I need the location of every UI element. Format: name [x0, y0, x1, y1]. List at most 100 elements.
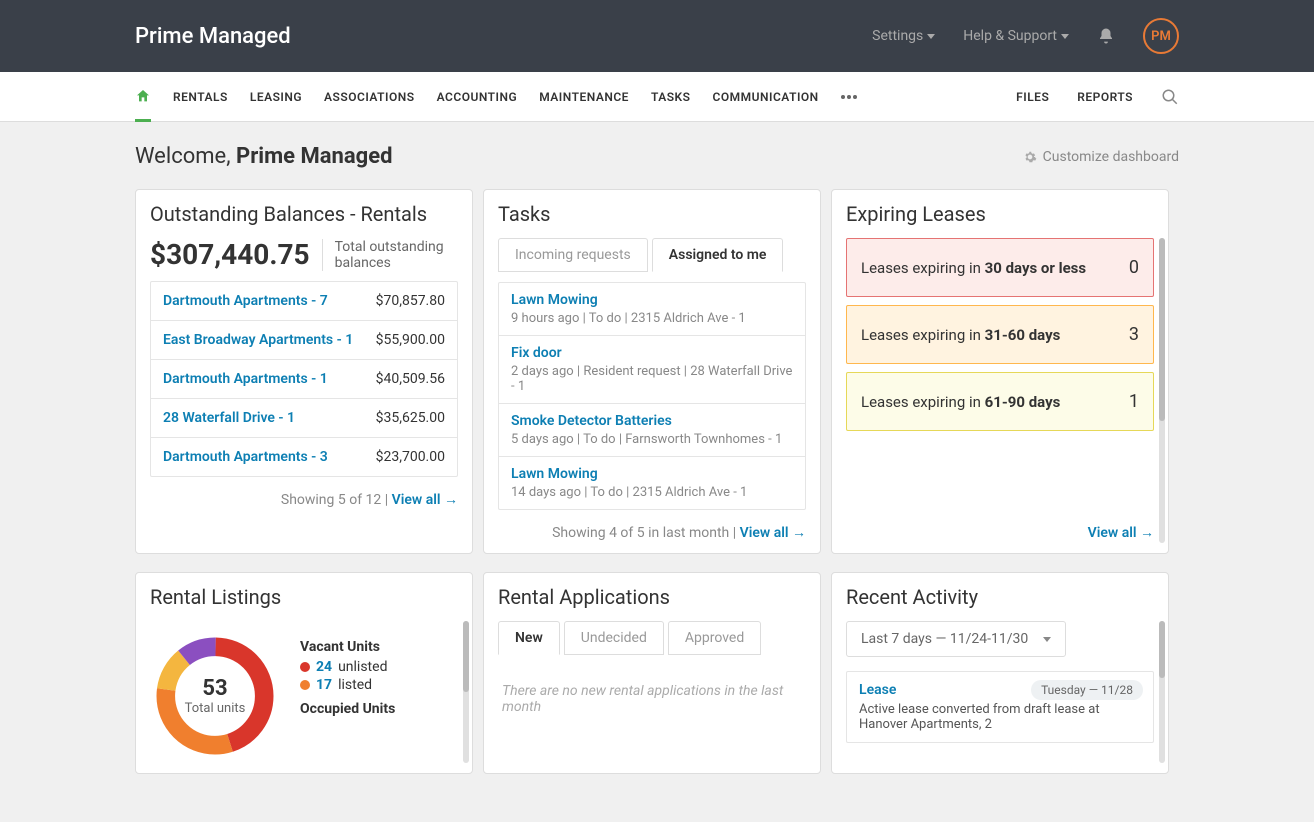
- legend-occupied-h: Occupied Units: [300, 701, 395, 717]
- nav-accounting[interactable]: ACCOUNTING: [437, 90, 518, 104]
- lease-list: Leases expiring in 30 days or less 0 Leas…: [846, 238, 1154, 431]
- balance-row[interactable]: 28 Waterfall Drive - 1$35,625.00: [151, 399, 457, 438]
- nav-files[interactable]: FILES: [1016, 90, 1049, 104]
- apps-title: Rental Applications: [498, 585, 806, 609]
- balance-name[interactable]: Dartmouth Apartments - 7: [163, 293, 328, 309]
- nav-communication[interactable]: COMMUNICATION: [713, 90, 819, 104]
- balance-amount: $23,700.00: [376, 449, 445, 465]
- help-menu[interactable]: Help & Support: [963, 28, 1069, 44]
- balance-name[interactable]: Dartmouth Apartments - 1: [163, 371, 328, 387]
- settings-label: Settings: [872, 28, 923, 44]
- task-name[interactable]: Lawn Mowing: [511, 292, 793, 308]
- avatar[interactable]: PM: [1143, 18, 1179, 54]
- scrollbar[interactable]: [463, 621, 469, 763]
- balances-showing: Showing 5 of 12 |: [281, 492, 392, 508]
- activity-range-select[interactable]: Last 7 days — 11/24-11/30: [846, 621, 1066, 657]
- chevron-down-icon: [927, 34, 935, 39]
- card-activity: Recent Activity Last 7 days — 11/24-11/3…: [831, 572, 1169, 774]
- settings-menu[interactable]: Settings: [872, 28, 935, 44]
- tab-undecided[interactable]: Undecided: [564, 621, 664, 655]
- chevron-down-icon: [1061, 34, 1069, 39]
- task-row[interactable]: Lawn Mowing 9 hours ago | To do | 2315 Al…: [499, 283, 805, 336]
- navbar: RENTALS LEASING ASSOCIATIONS ACCOUNTING …: [0, 72, 1314, 122]
- legend-unlisted[interactable]: 24 unlisted: [300, 659, 395, 675]
- customize-label: Customize dashboard: [1043, 149, 1179, 165]
- card-tasks: Tasks Incoming requests Assigned to me L…: [483, 189, 821, 554]
- lease-count: 1: [1129, 391, 1139, 412]
- nav-rentals[interactable]: RENTALS: [173, 90, 228, 104]
- tab-incoming[interactable]: Incoming requests: [498, 238, 648, 272]
- task-meta: 2 days ago | Resident request | 28 Water…: [511, 364, 793, 394]
- balance-amount: $70,857.80: [376, 293, 445, 309]
- tasks-footer: Showing 4 of 5 in last month | View all …: [498, 524, 806, 541]
- help-label: Help & Support: [963, 28, 1057, 44]
- apps-tabs: New Undecided Approved: [498, 621, 806, 655]
- leases-view-all[interactable]: View all →: [1088, 525, 1154, 541]
- scrollbar[interactable]: [1159, 621, 1165, 763]
- nav-right: FILES REPORTS: [1016, 88, 1179, 106]
- lease-label: Leases expiring in 31-60 days: [861, 326, 1060, 344]
- nav-leasing[interactable]: LEASING: [250, 90, 302, 104]
- tasks-view-all[interactable]: View all →: [740, 525, 806, 541]
- task-name[interactable]: Fix door: [511, 345, 793, 361]
- task-row[interactable]: Lawn Mowing 14 days ago | To do | 2315 Al…: [499, 457, 805, 509]
- lease-row-60[interactable]: Leases expiring in 31-60 days3: [846, 305, 1154, 364]
- balances-list: Dartmouth Apartments - 7 $70,857.80 East …: [150, 281, 458, 477]
- donut-center: 53 Total units: [185, 676, 246, 716]
- nav-maintenance[interactable]: MAINTENANCE: [539, 90, 629, 104]
- donut-total: 53: [185, 676, 246, 701]
- tab-new[interactable]: New: [498, 621, 560, 655]
- tab-approved[interactable]: Approved: [668, 621, 761, 655]
- balance-name[interactable]: 28 Waterfall Drive - 1: [163, 410, 295, 426]
- task-name[interactable]: Lawn Mowing: [511, 466, 793, 482]
- activity-item[interactable]: Tuesday — 11/28 Lease Active lease conve…: [846, 671, 1154, 743]
- lease-label: Leases expiring in 30 days or less: [861, 259, 1086, 277]
- task-meta: 5 days ago | To do | Farnsworth Townhome…: [511, 432, 793, 447]
- listings-body: 53 Total units Vacant Units 24 unlisted …: [150, 621, 458, 761]
- nav-associations[interactable]: ASSOCIATIONS: [324, 90, 415, 104]
- balances-title: Outstanding Balances - Rentals: [150, 202, 458, 226]
- tab-assigned[interactable]: Assigned to me: [652, 238, 784, 272]
- balance-row[interactable]: Dartmouth Apartments - 1$40,509.56: [151, 360, 457, 399]
- customize-dashboard[interactable]: Customize dashboard: [1023, 149, 1179, 165]
- task-meta: 14 days ago | To do | 2315 Aldrich Ave -…: [511, 485, 793, 500]
- scrollbar[interactable]: [1159, 238, 1165, 543]
- bell-icon[interactable]: [1097, 27, 1115, 45]
- task-name[interactable]: Smoke Detector Batteries: [511, 413, 793, 429]
- tasks-tabs: Incoming requests Assigned to me: [498, 238, 806, 272]
- nav-home[interactable]: [135, 73, 151, 122]
- cards-row-1: Outstanding Balances - Rentals $307,440.…: [135, 189, 1179, 554]
- balances-footer: Showing 5 of 12 | View all →: [150, 491, 458, 508]
- balance-name[interactable]: East Broadway Apartments - 1: [163, 332, 353, 348]
- balance-row[interactable]: Dartmouth Apartments - 7 $70,857.80: [151, 282, 457, 321]
- brand-name: Prime Managed: [135, 24, 291, 49]
- balance-amount: $55,900.00: [376, 332, 445, 348]
- balance-name[interactable]: Dartmouth Apartments - 3: [163, 449, 328, 465]
- nav-more-icon[interactable]: [841, 95, 857, 99]
- search-icon[interactable]: [1161, 88, 1179, 106]
- task-row[interactable]: Fix door 2 days ago | Resident request | …: [499, 336, 805, 404]
- topbar: Prime Managed Settings Help & Support PM: [0, 0, 1314, 72]
- listings-title: Rental Listings: [150, 585, 458, 609]
- cards-row-2: Rental Listings 53 Total units Vacan: [135, 572, 1179, 774]
- lease-row-90[interactable]: Leases expiring in 61-90 days1: [846, 372, 1154, 431]
- tasks-title: Tasks: [498, 202, 806, 226]
- task-meta: 9 hours ago | To do | 2315 Aldrich Ave -…: [511, 311, 793, 326]
- balance-row[interactable]: Dartmouth Apartments - 3 $23,700.00: [151, 438, 457, 476]
- chevron-down-icon: [1043, 637, 1051, 642]
- nav-tasks[interactable]: TASKS: [651, 90, 691, 104]
- home-icon: [135, 88, 151, 104]
- card-balances: Outstanding Balances - Rentals $307,440.…: [135, 189, 473, 554]
- tasks-showing: Showing 4 of 5 in last month |: [552, 525, 740, 541]
- task-row[interactable]: Smoke Detector Batteries 5 days ago | To …: [499, 404, 805, 457]
- nav-reports[interactable]: REPORTS: [1077, 90, 1133, 104]
- lease-count: 0: [1129, 257, 1139, 278]
- balance-row[interactable]: East Broadway Apartments - 1 $55,900.00: [151, 321, 457, 360]
- welcome-text: Welcome, Prime Managed: [135, 144, 392, 169]
- task-list: Lawn Mowing 9 hours ago | To do | 2315 Al…: [498, 282, 806, 510]
- listings-legend: Vacant Units 24 unlisted 17 listed Occup…: [300, 631, 395, 721]
- balances-view-all[interactable]: View all →: [392, 492, 458, 508]
- lease-row-30[interactable]: Leases expiring in 30 days or less 0: [846, 238, 1154, 297]
- legend-listed[interactable]: 17 listed: [300, 677, 395, 693]
- card-apps: Rental Applications New Undecided Approv…: [483, 572, 821, 774]
